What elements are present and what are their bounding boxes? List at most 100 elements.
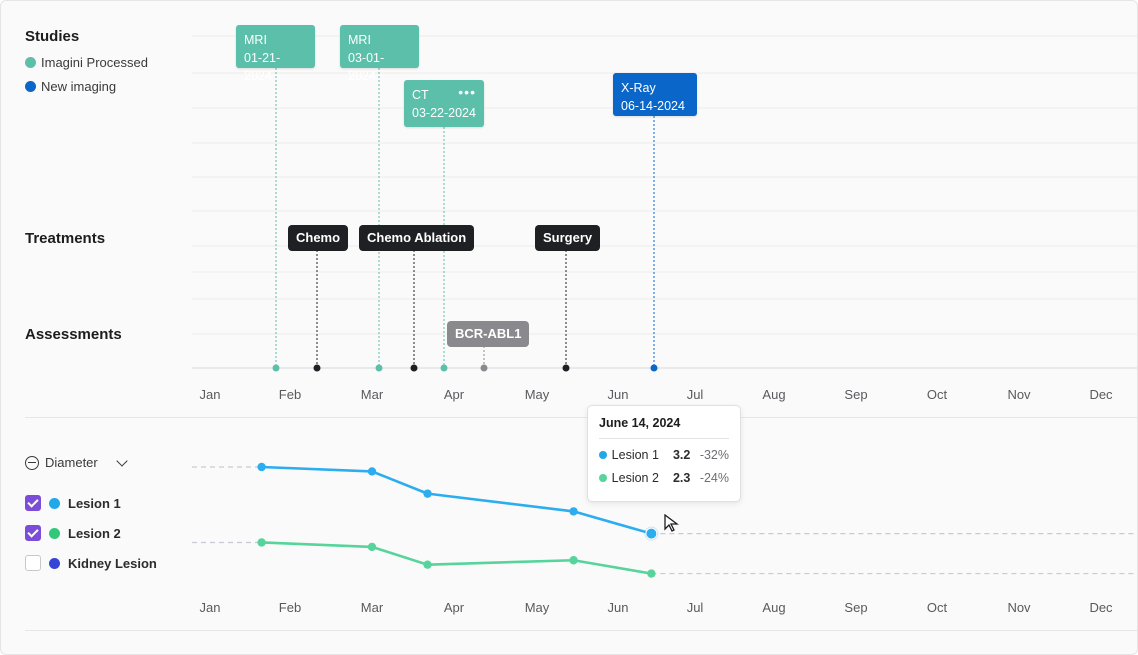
chevron-down-icon[interactable] [116,454,128,467]
assessment-marker-bcr-abl1 [480,364,488,372]
assessment-tag-bcr-abl1[interactable]: BCR-ABL1 [447,321,530,347]
series-point [569,507,578,516]
study-marker-ct [440,364,448,372]
timeline-month-label: Aug [762,387,786,402]
legend-label: Imagini Processed [41,55,148,70]
tooltip-value: 3.2 [672,448,691,462]
diameter-icon [25,455,39,470]
study-date: 03-22-2024 [412,106,476,120]
checkbox-kidney-lesion[interactable] [25,555,41,571]
timeline-month-label: Jul [686,387,704,402]
metric-label: Diameter [45,455,98,470]
chart-month-label: Jul [686,600,704,615]
timeline-month-label: Mar [360,387,384,402]
treatment-tag-surgery[interactable]: Surgery [535,225,601,251]
assessments-title: Assessments [25,326,122,343]
lesion-2-dot-icon [49,527,60,539]
chart-month-label: Sep [844,600,868,615]
chart-month-label: Oct [926,600,948,615]
timeline-month-label: Dec [1089,387,1113,402]
lesion-1-dot-icon [599,451,607,459]
timeline-month-label: Jan [199,387,221,402]
study-marker-mri-2 [375,364,383,372]
chart-tooltip: June 14, 2024 Lesion 1 3.2 -32% Lesion 2… [587,405,741,502]
timeline-month-label: Oct [926,387,948,402]
series-point [423,560,432,569]
treatment-marker-surgery [562,364,570,372]
series-line-lesion-2 [261,541,652,575]
chart-month-label: Jan [199,600,221,615]
studies-title: Studies [25,28,80,45]
timeline-month-label: Sep [844,387,868,402]
study-marker-mri-1 [272,364,280,372]
lesion-1-dot-icon [49,497,60,509]
tooltip-row-lesion-1: Lesion 1 3.2 -32% [599,448,729,462]
treatment-tag-chemo[interactable]: Chemo [288,225,349,251]
checkbox-lesion-1[interactable] [25,495,41,511]
series-point [647,569,656,578]
treatment-marker-chemo [313,364,321,372]
study-card-ct[interactable]: CT 03-22-2024 ••• [404,80,484,127]
tooltip-series-name: Lesion 1 [611,448,659,462]
series-point [367,542,377,552]
series-toggle-lesion-1[interactable]: Lesion 1 [25,495,121,511]
series-point [257,538,266,547]
bottom-divider [25,630,1137,631]
study-modality: X-Ray [621,81,656,95]
study-marker-xray [650,364,658,372]
treatments-title: Treatments [25,230,106,247]
series-point [423,489,432,498]
series-toggle-lesion-2[interactable]: Lesion 2 [25,525,121,541]
series-point [645,527,658,540]
tooltip-value: 2.3 [672,471,691,485]
study-date: 03-01-2024 [348,51,385,83]
timeline-month-label: Nov [1007,387,1031,402]
patient-timeline-panel: Studies Treatments Assessments Imagini P… [0,0,1138,655]
tooltip-date: June 14, 2024 [599,416,729,439]
series-label: Lesion 2 [68,525,121,541]
chart-month-label: Mar [360,600,384,615]
study-card-mri-2[interactable]: MRI 03-01-2024 [340,25,419,83]
study-card-xray[interactable]: X-Ray 06-14-2024 [613,73,697,116]
checkbox-lesion-2[interactable] [25,525,41,541]
metric-dropdown[interactable]: Diameter [25,454,128,470]
study-date: 06-14-2024 [621,99,685,113]
section-divider [25,417,1137,418]
chart-month-label: Dec [1089,600,1113,615]
series-point [569,556,578,565]
timeline-canvas [192,35,1137,578]
study-modality: MRI [348,33,371,47]
study-modality: MRI [244,33,267,47]
timeline-month-label: Jun [607,387,629,402]
series-toggle-kidney-lesion[interactable]: Kidney Lesion [25,555,157,571]
more-horizontal-icon[interactable]: ••• [458,83,476,101]
legend-imagini-processed: Imagini Processed [25,55,148,70]
series-point [257,462,266,472]
chart-month-label: Aug [762,600,786,615]
chart-month-label: May [524,600,550,615]
chart-month-label: Apr [443,600,465,615]
chart-month-label: Jun [607,600,629,615]
processed-dot-icon [25,57,36,68]
chart-month-label: Feb [278,600,302,615]
treatment-tag-chemo-ablation[interactable]: Chemo Ablation [359,225,475,251]
legend-label: New imaging [41,79,117,94]
kidney-lesion-dot-icon [49,557,60,569]
tooltip-series-name: Lesion 2 [611,471,659,485]
series-label: Lesion 1 [68,495,121,511]
treatment-marker-chemo-ablation [410,364,418,372]
mouse-cursor-icon [664,514,679,532]
legend-new-imaging: New imaging [25,79,116,94]
series-label: Kidney Lesion [68,555,157,571]
chart-month-label: Nov [1007,600,1031,615]
timeline-month-label: Feb [278,387,302,402]
new-imaging-dot-icon [25,81,36,92]
timeline-month-label: Apr [443,387,465,402]
study-card-mri-1[interactable]: MRI 01-21-2024 [236,25,315,83]
tooltip-change: -32% [699,448,729,462]
timeline-month-label: May [524,387,550,402]
study-date: 01-21-2024 [244,51,281,83]
tooltip-change: -24% [699,471,729,485]
lesion-2-dot-icon [599,474,607,482]
series-point [367,467,377,476]
